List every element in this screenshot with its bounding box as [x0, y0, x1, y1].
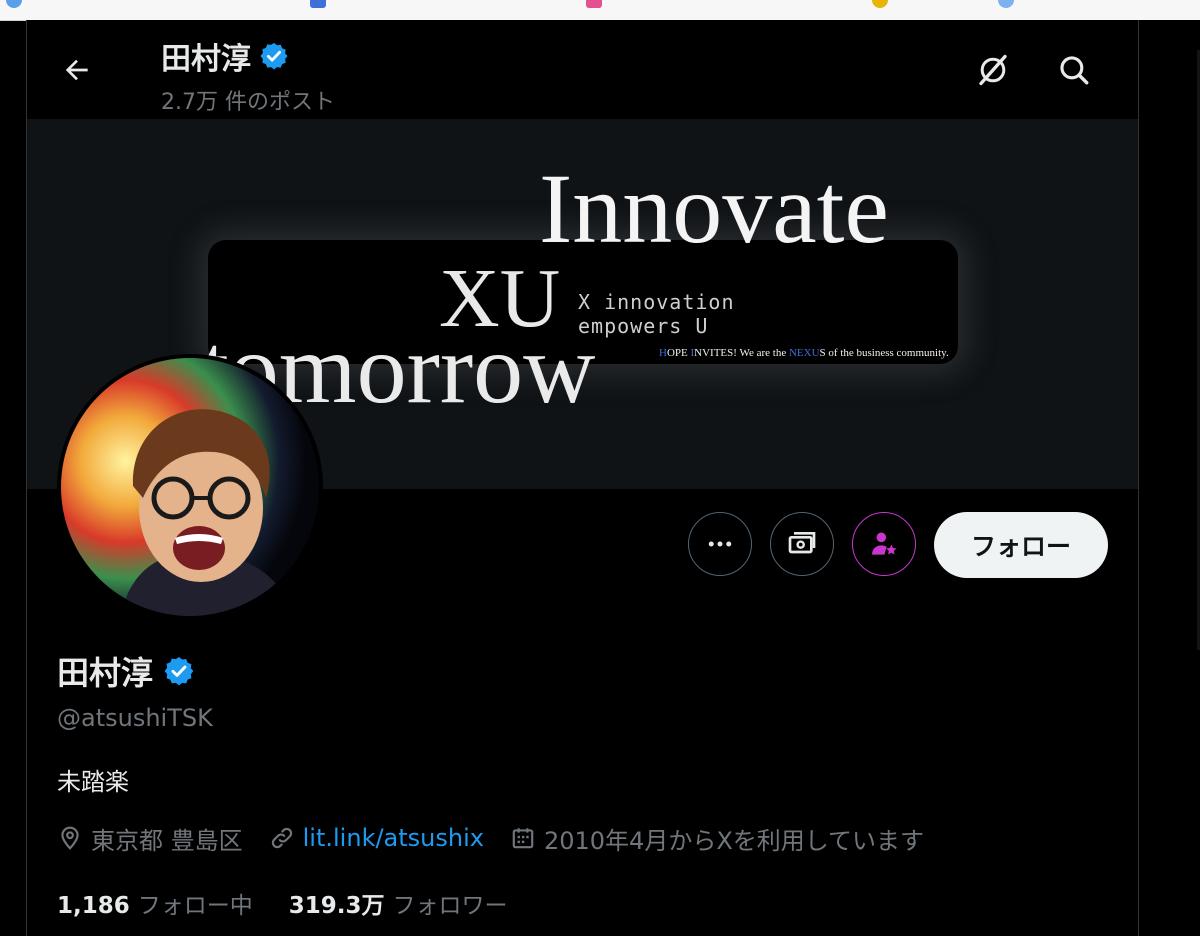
back-button[interactable] — [57, 50, 97, 90]
more-dots-icon — [708, 541, 732, 547]
profile-meta-row: 東京都 豊島区 lit.link/atsushix 2010年4月からXを利用し… — [57, 820, 950, 856]
right-sidebar-edge — [1138, 20, 1200, 936]
tagline-part: NEXU — [788, 347, 820, 359]
banner-xu-logo: XU — [439, 252, 561, 345]
profile-bio: 未踏楽 — [57, 768, 129, 796]
browser-bookmarks-bar — [0, 0, 1200, 21]
tagline-part: S of the business community. — [819, 347, 949, 359]
following-stat[interactable]: 1,186 フォロー中 — [57, 886, 253, 920]
tip-button[interactable] — [770, 512, 834, 576]
header-name-text: 田村淳 — [161, 42, 251, 77]
bookmark-favicon[interactable] — [872, 0, 888, 8]
follow-button[interactable]: フォロー — [934, 512, 1108, 578]
calendar-icon — [512, 828, 534, 849]
profile-action-buttons: フォロー — [27, 512, 1138, 580]
header-post-count: 2.7万 件のポスト — [161, 90, 335, 115]
profile-handle: @atsushiTSK — [57, 704, 213, 732]
profile-stats: 1,186 フォロー中 319.3万 フォロワー — [57, 886, 544, 920]
tagline-part: H — [659, 347, 667, 359]
profile-header-bar: 田村淳 2.7万 件のポスト — [27, 20, 1138, 119]
search-button[interactable] — [1050, 46, 1098, 94]
more-button[interactable] — [688, 512, 752, 576]
profile-display-name: 田村淳 — [57, 648, 195, 694]
banner-logo-line1: X innovation — [578, 290, 735, 314]
tagline-part: OPE — [666, 347, 691, 359]
grok-button[interactable] — [969, 46, 1017, 94]
followers-label: フォロワー — [392, 893, 508, 919]
profile-name-text: 田村淳 — [57, 654, 154, 692]
header-display-name: 田村淳 — [161, 34, 289, 78]
banner-tagline: HOPE INVITES! We are the NEXUS of the bu… — [659, 347, 949, 359]
followers-count: 319.3万 — [288, 893, 385, 919]
bookmark-favicon[interactable] — [6, 0, 22, 8]
verified-badge-icon[interactable] — [163, 655, 195, 687]
profile-join-date: 2010年4月からXを利用しています — [510, 821, 924, 856]
link-icon — [271, 827, 292, 849]
location-pin-icon — [61, 826, 79, 850]
money-icon — [788, 532, 816, 554]
bookmark-favicon[interactable] — [586, 0, 602, 8]
following-label: フォロー中 — [137, 893, 253, 919]
subscribe-star-person-icon — [872, 532, 897, 555]
location-text: 東京都 豊島区 — [91, 826, 243, 855]
tagline-part: NVITES! We are the — [694, 347, 789, 359]
followers-stat[interactable]: 319.3万 フォロワー — [289, 886, 508, 920]
profile-website[interactable]: lit.link/atsushix — [269, 824, 484, 852]
website-link[interactable]: lit.link/atsushix — [303, 824, 484, 852]
join-date-text: 2010年4月からXを利用しています — [543, 826, 925, 855]
bookmark-favicon[interactable] — [998, 0, 1014, 8]
profile-column: 田村淳 2.7万 件のポスト Innovate tomorrow XU X in… — [26, 20, 1138, 936]
subscribe-button[interactable] — [852, 512, 916, 576]
following-count: 1,186 — [57, 893, 130, 919]
bookmark-favicon[interactable] — [310, 0, 326, 8]
verified-badge-icon — [260, 42, 288, 70]
back-arrow-icon — [65, 59, 88, 81]
profile-location: 東京都 豊島区 — [57, 821, 243, 856]
search-icon — [1060, 56, 1089, 85]
profile-avatar[interactable] — [57, 354, 323, 620]
banner-logo-line2: empowers U — [578, 314, 709, 338]
banner-word-innovate: Innovate — [539, 153, 889, 264]
grok-icon — [979, 54, 1007, 86]
